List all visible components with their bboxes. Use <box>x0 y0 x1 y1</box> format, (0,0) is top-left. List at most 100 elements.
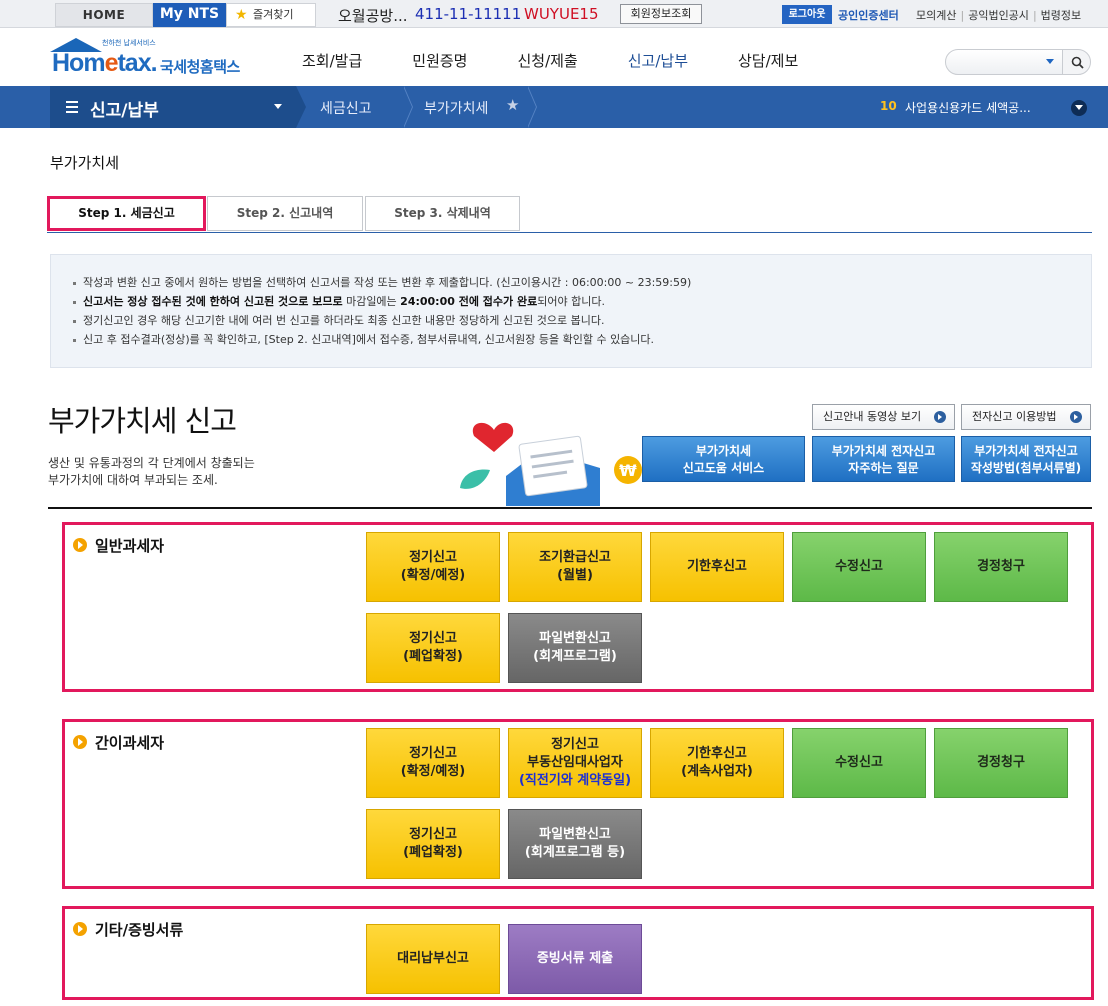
tab-step2-report-history[interactable]: Step 2. 신고내역 <box>207 196 363 231</box>
gnb-apply-submit[interactable]: 신청/제출 <box>517 50 577 71</box>
breadcrumb-tax-report[interactable]: 세금신고 <box>320 98 372 118</box>
search-icon <box>1071 56 1084 69</box>
e-filing-howto-label: 전자신고 이용방법 <box>972 410 1057 423</box>
tile-line: 파일변환신고 <box>539 631 611 646</box>
file-conversion-report-button[interactable]: 파일변환신고 (회계프로그램 등) <box>508 809 642 879</box>
gnb-inquiry-issue[interactable]: 조회/발급 <box>302 50 362 71</box>
group-label-general: 일반과세자 <box>73 535 164 556</box>
guide-video-button[interactable]: 신고안내 동영상 보기 <box>812 404 955 430</box>
law-info-link[interactable]: 법령정보 <box>1037 9 1085 22</box>
group-label-text: 간이과세자 <box>95 734 165 752</box>
won-symbol: ₩ <box>619 461 637 480</box>
tab-step1-tax-report[interactable]: Step 1. 세금신고 <box>47 196 206 231</box>
tile-line: 기한후신고 <box>687 746 747 761</box>
tile-line: 정기신고 <box>409 746 457 761</box>
top-utility-bar: HOME My NTS ★ 즐겨찾기 오월공방... 411-11-11111 … <box>0 0 1108 28</box>
main-menu-dropdown[interactable]: 신고/납부 <box>50 86 296 128</box>
breadcrumb-arrow-icon <box>296 86 306 128</box>
notice-bold: 신고서는 정상 접수된 것에 한하여 신고된 것으로 보므로 <box>83 295 343 308</box>
member-info-button[interactable]: 회원정보조회 <box>620 4 702 24</box>
notice-bold: 24:00:00 전에 접수가 완료 <box>400 295 538 308</box>
vat-help-service-button[interactable]: 부가가치세 신고도움 서비스 <box>642 436 805 482</box>
logo-word-b: tax. <box>117 49 157 77</box>
tile-line: 경정청구 <box>977 755 1025 770</box>
group-label-text: 기타/증빙서류 <box>95 921 184 939</box>
tile-line: (폐업확정) <box>403 649 463 664</box>
cert-center-link[interactable]: 공인인증센터 <box>838 7 899 23</box>
late-report-button[interactable]: 기한후신고 <box>650 532 784 602</box>
section-description: 생산 및 유통과정의 각 단계에서 창출되는 부가가치에 대하여 부과되는 조세… <box>48 455 255 489</box>
bullet-arrow-icon <box>73 538 87 552</box>
vat-illustration: ₩ <box>460 422 642 506</box>
amended-report-button[interactable]: 수정신고 <box>792 728 926 798</box>
favorite-star-icon[interactable]: ★ <box>506 96 519 114</box>
bullet-arrow-icon <box>73 922 87 936</box>
bullet-arrow-icon <box>73 735 87 749</box>
expand-popular-icon[interactable] <box>1071 100 1087 116</box>
breadcrumb-vat[interactable]: 부가가치세 <box>424 98 488 118</box>
correction-claim-button[interactable]: 경정청구 <box>934 532 1068 602</box>
file-conversion-report-button[interactable]: 파일변환신고 (회계프로그램) <box>508 613 642 683</box>
leaf-icon <box>460 469 490 489</box>
notice-line: 정기신고인 경우 해당 신고기한 내에 여러 번 신고를 하더라도 최종 신고한… <box>73 311 1091 330</box>
breadcrumb-arrow-fill <box>403 86 412 128</box>
submit-evidence-documents-button[interactable]: 증빙서류 제출 <box>508 924 642 994</box>
tile-line: 경정청구 <box>977 559 1025 574</box>
tile-line: 정기신고 <box>409 631 457 646</box>
section-desc-line: 생산 및 유통과정의 각 단계에서 창출되는 <box>48 456 255 470</box>
real-estate-lease-report-button[interactable]: 정기신고 부동산임대사업자 (직전기와 계약동일) <box>508 728 642 798</box>
gnb-consult-report[interactable]: 상담/제보 <box>738 50 798 71</box>
logout-button[interactable]: 로그아웃 <box>782 5 832 24</box>
my-nts-link[interactable]: My NTS <box>153 3 226 27</box>
regular-report-button[interactable]: 정기신고 (확정/예정) <box>366 728 500 798</box>
header: 천하천 납세서비스 Hometax. 국세청홈택스 조회/발급 민원증명 신청/제출… <box>0 28 1108 86</box>
page-title: 부가가치세 <box>50 154 120 172</box>
tile-line: 증빙서류 제출 <box>536 951 614 966</box>
search-dropdown-icon[interactable] <box>1046 59 1054 64</box>
chevron-down-icon <box>274 104 282 109</box>
group-label-text: 일반과세자 <box>95 537 165 555</box>
gnb-civil-certificate[interactable]: 민원증명 <box>412 50 467 71</box>
vat-faq-button[interactable]: 부가가치세 전자신고 자주하는 질문 <box>812 436 955 482</box>
tile-line: 부동산임대사업자 <box>527 755 623 770</box>
late-report-button[interactable]: 기한후신고 (계속사업자) <box>650 728 784 798</box>
home-link[interactable]: HOME <box>55 3 153 27</box>
early-refund-report-button[interactable]: 조기환급신고 (월별) <box>508 532 642 602</box>
amended-report-button[interactable]: 수정신고 <box>792 532 926 602</box>
public-disclosure-link[interactable]: 공익법인공시 <box>964 9 1033 22</box>
correction-claim-button[interactable]: 경정청구 <box>934 728 1068 798</box>
tile-line: (확정/예정) <box>400 568 466 583</box>
star-icon: ★ <box>235 7 248 23</box>
notice-text: 되어야 합니다. <box>537 295 605 308</box>
logo-wordmark: Hometax. <box>52 49 158 78</box>
gnb-report-pay[interactable]: 신고/납부 <box>628 50 688 71</box>
mock-calc-link[interactable]: 모의계산 <box>912 9 960 22</box>
hometax-logo[interactable]: 천하천 납세서비스 Hometax. 국세청홈택스 <box>50 36 250 80</box>
vat-writing-guide-button[interactable]: 부가가치세 전자신고 작성방법(첨부서류별) <box>961 436 1091 482</box>
popular-rank-number: 10 <box>880 99 897 113</box>
tile-line: 정기신고 <box>409 827 457 842</box>
proxy-payment-report-button[interactable]: 대리납부신고 <box>366 924 500 994</box>
group-label-other: 기타/증빙서류 <box>73 919 183 940</box>
search-button[interactable] <box>1062 49 1091 75</box>
tile-line: (계속사업자) <box>681 764 753 779</box>
group-simplified-taxpayer: 간이과세자 정기신고 (확정/예정) 정기신고 부동산임대사업자 (직전기와 계… <box>62 719 1094 889</box>
closure-report-button[interactable]: 정기신고 (폐업확정) <box>366 613 500 683</box>
location-bar: 신고/납부 세금신고 부가가치세 ★ 10 사업용신용카드 세액공... <box>0 86 1108 128</box>
notice-line: 작성과 변환 신고 중에서 원하는 방법을 선택하여 신고서를 작성 또는 변환… <box>73 273 1091 292</box>
logo-korean-name: 국세청홈택스 <box>160 58 240 76</box>
closure-report-button[interactable]: 정기신고 (폐업확정) <box>366 809 500 879</box>
document-icon <box>518 435 588 497</box>
popular-search-item[interactable]: 사업용신용카드 세액공... <box>905 99 1031 116</box>
favorites-button[interactable]: ★ 즐겨찾기 <box>226 3 316 27</box>
regular-report-button[interactable]: 정기신고 (확정/예정) <box>366 532 500 602</box>
tab-step3-deleted-history[interactable]: Step 3. 삭제내역 <box>365 196 520 231</box>
notice-box: 작성과 변환 신고 중에서 원하는 방법을 선택하여 신고서를 작성 또는 변환… <box>50 254 1092 368</box>
search-box <box>945 49 1091 75</box>
e-filing-howto-button[interactable]: 전자신고 이용방법 <box>961 404 1091 430</box>
user-name: 오월공방... <box>338 7 408 25</box>
notice-text: 마감일에는 <box>342 295 401 308</box>
group-label-simplified: 간이과세자 <box>73 732 164 753</box>
arrow-right-circle-icon <box>934 411 946 423</box>
main-menu-label: 신고/납부 <box>90 101 159 121</box>
